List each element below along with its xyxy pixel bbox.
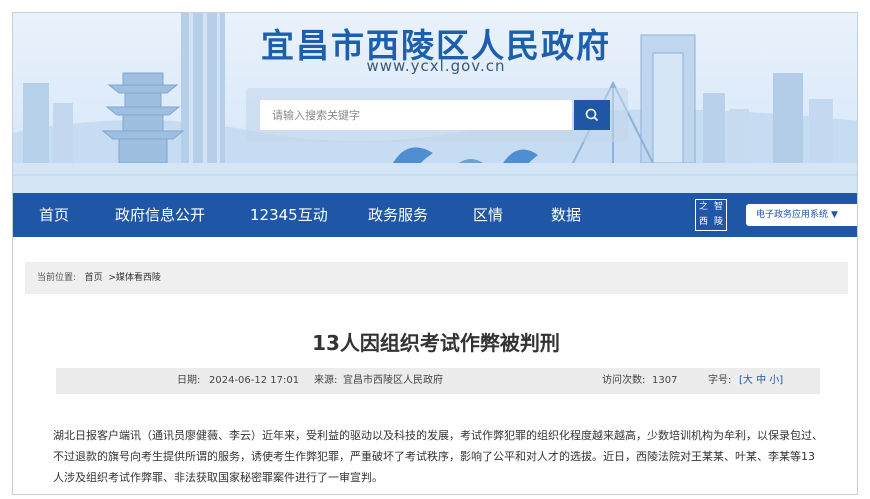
- search-button[interactable]: [574, 100, 610, 130]
- logo-char: 之: [698, 202, 708, 212]
- article-meta-bar: 日期: 2024-06-12 17:01 来源: 宜昌市西陵区人民政府 访问次数…: [56, 368, 820, 394]
- date-label: 日期:: [177, 375, 201, 386]
- breadcrumb-section-link[interactable]: >媒体看西陵: [108, 273, 161, 283]
- dropdown-label: 电子政务应用系统: [756, 210, 829, 220]
- logo-char: 智: [713, 202, 723, 212]
- search-box: [246, 88, 628, 142]
- site-url: www.ycxl.gov.cn: [366, 57, 506, 75]
- browser-page: 宜昌市西陵区人民政府 www.ycxl.gov.cn 首页 政府信息公开 123…: [12, 12, 858, 495]
- breadcrumb-home-link[interactable]: 首页: [85, 273, 103, 283]
- chevron-down-icon: ▼: [831, 210, 838, 220]
- publish-date: 2024-06-12 17:01: [209, 375, 300, 386]
- logo-char: 陵: [713, 217, 723, 227]
- nav-item-services[interactable]: 政务服务: [368, 193, 428, 237]
- smart-xiling-logo[interactable]: 之 智 西 陵: [695, 199, 727, 231]
- visits-label: 访问次数:: [602, 375, 646, 386]
- search-icon: [585, 108, 599, 122]
- font-size-switcher[interactable]: [大 中 小]: [739, 368, 783, 394]
- egov-apps-dropdown[interactable]: 电子政务应用系统 ▼: [746, 204, 857, 226]
- logo-char: 西: [698, 217, 708, 227]
- nav-item-12345[interactable]: 12345互动: [250, 193, 328, 237]
- nav-item-district[interactable]: 区情: [473, 193, 503, 237]
- breadcrumb: 当前位置: 首页 >媒体看西陵: [25, 262, 848, 294]
- breadcrumb-label: 当前位置:: [37, 273, 77, 283]
- source-label: 来源:: [314, 375, 338, 386]
- header-banner: 宜昌市西陵区人民政府 www.ycxl.gov.cn: [13, 13, 857, 193]
- nav-item-gov-info[interactable]: 政府信息公开: [115, 193, 205, 237]
- main-nav: 首页 政府信息公开 12345互动 政务服务 区情 数据 之 智 西 陵 电子政…: [13, 193, 857, 237]
- article-title: 13人因组织考试作弊被判刑: [312, 331, 560, 355]
- article-body: 湖北日报客户端讯（通讯员廖健薇、李云）近年来，受利益的驱动以及科技的发展，考试作…: [53, 429, 823, 484]
- nav-item-home[interactable]: 首页: [39, 193, 69, 237]
- nav-item-data[interactable]: 数据: [551, 193, 581, 237]
- article-source: 宜昌市西陵区人民政府: [343, 375, 443, 386]
- search-input[interactable]: [260, 100, 572, 130]
- font-size-label: 字号:: [708, 375, 732, 386]
- visit-count: 1307: [652, 375, 678, 386]
